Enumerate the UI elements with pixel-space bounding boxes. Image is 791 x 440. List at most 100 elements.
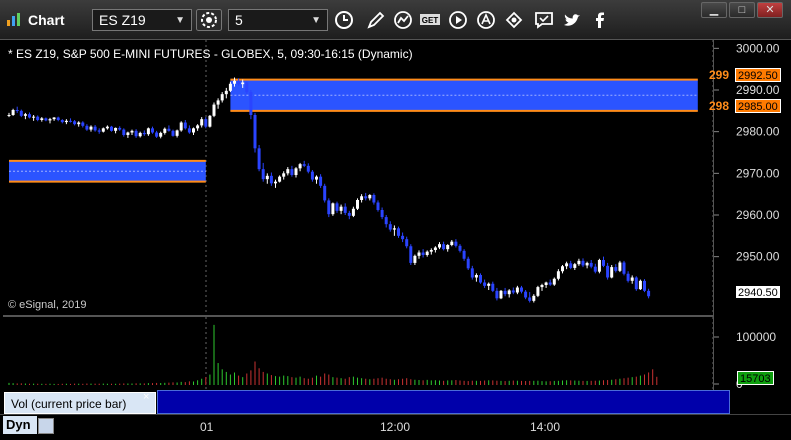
candle-body bbox=[274, 181, 277, 184]
lock-icon[interactable] bbox=[38, 418, 54, 434]
chart-description: * ES Z19, S&P 500 E-MINI FUTURES - GLOBE… bbox=[8, 47, 413, 61]
candle-body bbox=[433, 247, 437, 250]
alert-icon[interactable] bbox=[475, 9, 497, 31]
time-label-1400: 14:00 bbox=[530, 420, 561, 434]
candle-body bbox=[479, 275, 482, 283]
symbol-input[interactable]: ES Z19 ▼ bbox=[92, 9, 192, 31]
candle-body bbox=[401, 235, 405, 240]
chevron-down-icon[interactable]: ▼ bbox=[311, 13, 321, 29]
candle-body bbox=[319, 176, 323, 186]
candle-body bbox=[179, 122, 183, 131]
candle-body bbox=[282, 173, 286, 177]
candle-body bbox=[454, 241, 458, 246]
candle-body bbox=[364, 196, 368, 199]
candle-body bbox=[220, 94, 224, 101]
candle-body bbox=[548, 282, 552, 285]
time-label-1200: 12:00 bbox=[380, 420, 411, 434]
candle-body bbox=[233, 80, 236, 84]
candle-body bbox=[171, 130, 175, 136]
candle-body bbox=[261, 169, 265, 180]
candle-body bbox=[421, 252, 425, 255]
maximize-button[interactable]: □ bbox=[729, 2, 755, 18]
candle-body bbox=[573, 264, 577, 268]
price-tick-label: 2960.00 bbox=[736, 208, 780, 222]
candle-body bbox=[224, 90, 228, 95]
candle-body bbox=[323, 185, 327, 201]
candle-body bbox=[335, 203, 339, 211]
dyn-button[interactable]: Dyn bbox=[3, 416, 37, 434]
candle-body bbox=[347, 212, 351, 216]
candle-body bbox=[351, 208, 355, 216]
candle-body bbox=[409, 246, 413, 263]
zone-upper-price-tag: 2992.50 bbox=[735, 68, 781, 82]
candle-body bbox=[28, 114, 31, 118]
candle-body bbox=[593, 266, 597, 272]
candle-body bbox=[360, 196, 364, 200]
candle-body bbox=[15, 110, 19, 111]
candle-body bbox=[565, 263, 569, 267]
volume-study-label[interactable]: Vol (current price bar) bbox=[4, 392, 156, 414]
candle-body bbox=[265, 175, 269, 180]
candle-body bbox=[97, 130, 101, 132]
chat-icon[interactable] bbox=[533, 9, 555, 31]
clock-icon[interactable] bbox=[333, 9, 355, 31]
link-icon[interactable] bbox=[503, 9, 525, 31]
candle-body bbox=[101, 128, 105, 132]
candle-body bbox=[466, 258, 470, 269]
candle-body bbox=[442, 244, 446, 250]
facebook-icon[interactable] bbox=[589, 9, 611, 31]
pencil-icon[interactable] bbox=[365, 9, 387, 31]
candle-body bbox=[499, 290, 503, 299]
candle-body bbox=[290, 169, 294, 175]
play-icon[interactable] bbox=[447, 9, 469, 31]
interval-input[interactable]: 5 ▼ bbox=[228, 9, 328, 31]
candle-body bbox=[417, 252, 421, 256]
volume-tick-label: 100000 bbox=[736, 330, 776, 344]
candle-body bbox=[483, 282, 487, 286]
candle-body bbox=[146, 128, 150, 135]
studies-icon[interactable] bbox=[392, 9, 414, 31]
candle-body bbox=[392, 228, 396, 230]
minimize-button[interactable]: ▁ bbox=[701, 2, 727, 18]
candle-body bbox=[216, 100, 220, 105]
price-chart[interactable] bbox=[3, 40, 713, 315]
candle-body bbox=[23, 114, 27, 116]
gear-icon[interactable] bbox=[196, 9, 222, 31]
candle-body bbox=[327, 200, 331, 215]
volume-pane[interactable] bbox=[3, 317, 713, 389]
twitter-icon[interactable] bbox=[561, 9, 583, 31]
candle-body bbox=[69, 120, 72, 122]
candle-body bbox=[585, 262, 589, 266]
candle-body bbox=[278, 176, 282, 182]
candle-body bbox=[339, 206, 343, 211]
volume-chart[interactable] bbox=[3, 317, 713, 389]
chevron-down-icon[interactable]: ▼ bbox=[175, 13, 185, 29]
time-label-01: 01 bbox=[200, 420, 214, 434]
candle-body bbox=[93, 126, 97, 131]
candle-body bbox=[110, 126, 113, 131]
candle-body bbox=[187, 128, 191, 133]
candle-body bbox=[163, 128, 167, 133]
candle-body bbox=[462, 250, 466, 259]
candle-body bbox=[19, 110, 23, 116]
candle-body bbox=[60, 120, 64, 123]
candle-body bbox=[368, 195, 372, 199]
get-data-icon[interactable]: GET bbox=[419, 9, 441, 31]
candle-body bbox=[524, 291, 528, 298]
close-icon[interactable]: × bbox=[143, 391, 149, 403]
candle-body bbox=[405, 239, 409, 247]
candle-body bbox=[507, 290, 511, 295]
candle-body bbox=[7, 115, 11, 116]
candle-body bbox=[425, 251, 429, 255]
candle-body bbox=[105, 126, 109, 129]
candle-body bbox=[192, 128, 195, 133]
last-volume-tag: 15703 bbox=[737, 371, 774, 385]
price-axis[interactable]: 3000.00 2990.00 2980.00 2970.00 2960.00 2950.… bbox=[713, 40, 788, 390]
candle-body bbox=[48, 119, 52, 121]
candle-body bbox=[130, 130, 134, 133]
candle-body bbox=[73, 121, 77, 125]
price-axis-scale[interactable]: 3000.00 2990.00 2980.00 2970.00 2960.00 2950.… bbox=[714, 40, 789, 390]
close-button[interactable]: ✕ bbox=[757, 2, 783, 18]
candle-body bbox=[380, 210, 384, 218]
price-pane[interactable] bbox=[3, 40, 713, 315]
